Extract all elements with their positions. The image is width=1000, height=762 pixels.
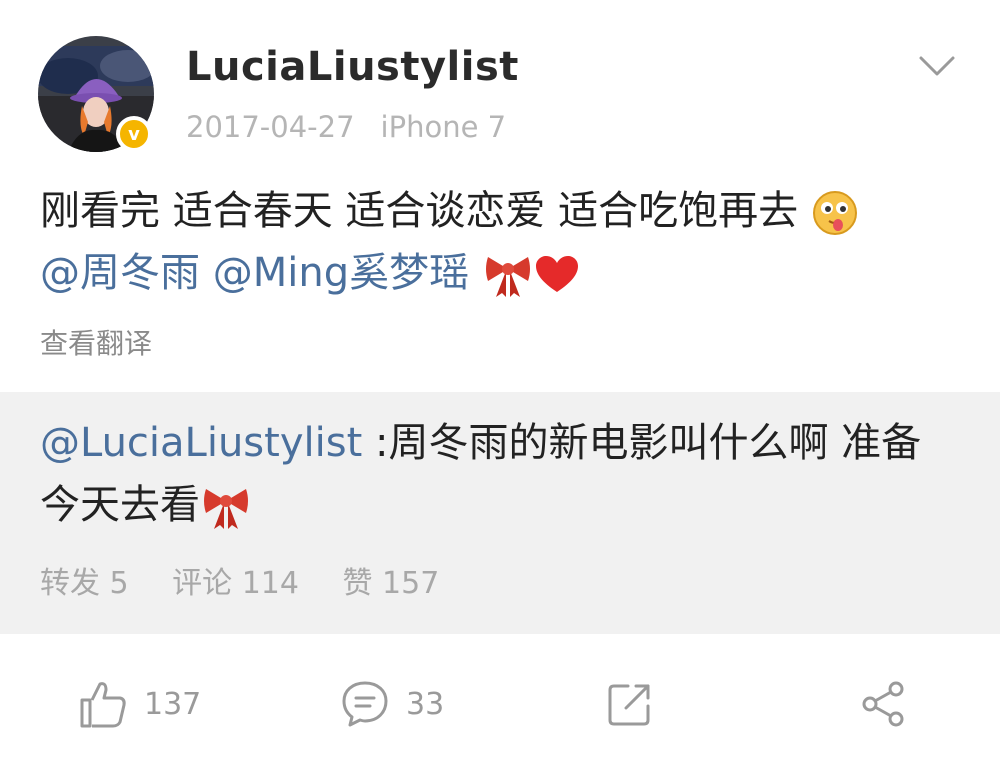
heart-emoji	[535, 256, 578, 292]
mention-link[interactable]: @LuciaLiustylist	[40, 420, 362, 466]
comment-action-count: 33	[406, 686, 445, 722]
like-action-count: 137	[144, 686, 202, 722]
mention-link[interactable]: @周冬雨	[40, 250, 200, 296]
username[interactable]: LuciaLiustylist	[186, 44, 519, 90]
verified-badge-icon: v	[116, 116, 152, 152]
repost-button[interactable]	[606, 676, 654, 732]
post-text: 刚看完 适合春天 适合谈恋爱 适合吃饱再去	[40, 188, 799, 234]
share-button[interactable]	[858, 676, 908, 732]
quoted-post[interactable]: @LuciaLiustylist :周冬雨的新电影叫什么啊 准备今天去看 转发 …	[0, 392, 1000, 634]
ribbon-emoji	[204, 489, 248, 529]
post-body: 刚看完 适合春天 适合谈恋爱 适合吃饱再去 @周冬雨 @Ming奚梦瑶	[40, 180, 970, 304]
post-meta: 2017-04-27 iPhone 7	[186, 110, 506, 144]
like-button[interactable]: 137	[78, 676, 201, 732]
post-date: 2017-04-27	[186, 110, 355, 144]
comment-count[interactable]: 评论 114	[172, 566, 299, 601]
thumbs-up-icon	[80, 682, 126, 728]
tongue-out-face-emoji	[812, 191, 857, 235]
quoted-post-stats: 转发 5 评论 114 赞 157	[40, 558, 473, 602]
post-device: iPhone 7	[380, 110, 507, 144]
ribbon-emoji	[485, 257, 530, 297]
comment-icon	[342, 681, 388, 727]
mention-link[interactable]: @Ming奚梦瑶	[213, 250, 469, 296]
repost-icon	[608, 684, 650, 726]
forward-count[interactable]: 转发 5	[40, 566, 129, 601]
comment-button[interactable]: 33	[340, 676, 444, 732]
quoted-post-body: @LuciaLiustylist :周冬雨的新电影叫什么啊 准备今天去看	[40, 412, 960, 536]
chevron-down-icon[interactable]	[918, 52, 956, 82]
like-count[interactable]: 赞 157	[343, 566, 440, 601]
action-bar: 137 33	[0, 634, 1000, 762]
share-icon	[862, 681, 904, 727]
translate-link[interactable]: 查看翻译	[40, 322, 152, 362]
